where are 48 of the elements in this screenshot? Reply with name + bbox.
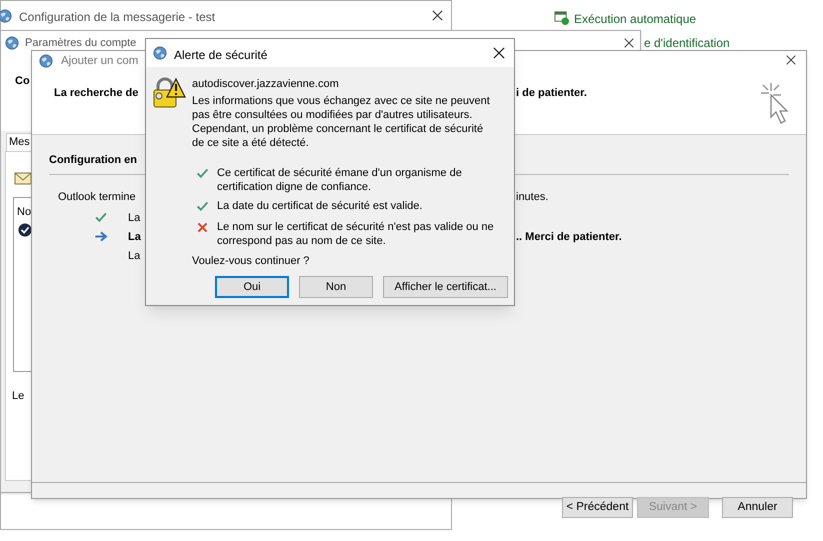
- dialog-title: Alerte de sécurité: [174, 47, 268, 64]
- globe-icon: [5, 36, 19, 50]
- intro-text: Outlook termine: [58, 190, 136, 205]
- check-icon: [196, 200, 209, 213]
- heading-text: i de patienter.: [516, 86, 587, 101]
- cross-icon: [196, 221, 209, 234]
- close-icon: [431, 9, 444, 22]
- lock-warning-icon: [152, 77, 186, 109]
- wizard-button: Suivant >: [637, 497, 709, 518]
- globe-icon: [0, 9, 12, 23]
- arrow-icon: [94, 230, 108, 243]
- settings-tab[interactable]: Mes: [6, 133, 33, 150]
- check-icon: [94, 211, 108, 224]
- step-text: La: [128, 230, 141, 245]
- warning-message: Les informations que vous échangez avec ce site ne peuvent pas être consultées ou modifiées par d'autres utilisateurs. Cependant, un problème concernant le certificat de sécurité de ce site a été détecté.: [192, 94, 491, 150]
- globe-icon: [153, 46, 167, 60]
- close-icon: [785, 54, 797, 66]
- question-text: Voulez-vous continuer ?: [192, 254, 310, 269]
- window-title: Ajouter un com: [61, 54, 138, 69]
- globe-icon: [39, 54, 53, 68]
- dialog-button[interactable]: Oui: [215, 276, 289, 298]
- check-text: Ce certificat de sécurité émane d'un organisme de certification digne de confiance.: [217, 166, 463, 194]
- check-badge-icon: [18, 223, 32, 237]
- check-text: La date du certificat de sécurité est valide.: [217, 199, 424, 213]
- wizard-button[interactable]: < Précédent: [562, 497, 633, 518]
- section-title: Configuration en: [49, 153, 137, 168]
- run-icon: [554, 10, 569, 25]
- dialog-button[interactable]: Afficher le certificat...: [383, 276, 508, 298]
- host-name: autodiscover.jazzavienne.com: [192, 77, 339, 92]
- heading-text: La recherche de: [54, 86, 138, 101]
- autorun-link[interactable]: Exécution automatique: [574, 10, 696, 28]
- step-text: .. Merci de patienter.: [516, 230, 622, 245]
- window-title: Configuration de la messagerie - test: [19, 9, 216, 26]
- check-icon: [196, 167, 209, 180]
- dialog-button[interactable]: Non: [299, 276, 373, 298]
- close-icon: [493, 47, 505, 59]
- header-text: Co: [15, 74, 30, 89]
- close-icon: [623, 37, 635, 49]
- identification-link[interactable]: e d'identification: [644, 34, 730, 52]
- check-text: Le nom sur le certificat de sécurité n'est pas valide ou ne correspond pas au nom de ce site.: [217, 220, 495, 248]
- step-text: La: [128, 211, 140, 226]
- list-item[interactable]: No: [17, 204, 32, 220]
- status-text: Le: [12, 389, 24, 404]
- intro-text: inutes.: [516, 190, 548, 205]
- wizard-button[interactable]: Annuler: [722, 497, 793, 518]
- window-title: Paramètres du compte: [25, 36, 136, 51]
- step-text: La: [128, 249, 140, 264]
- envelope-icon: [14, 170, 32, 186]
